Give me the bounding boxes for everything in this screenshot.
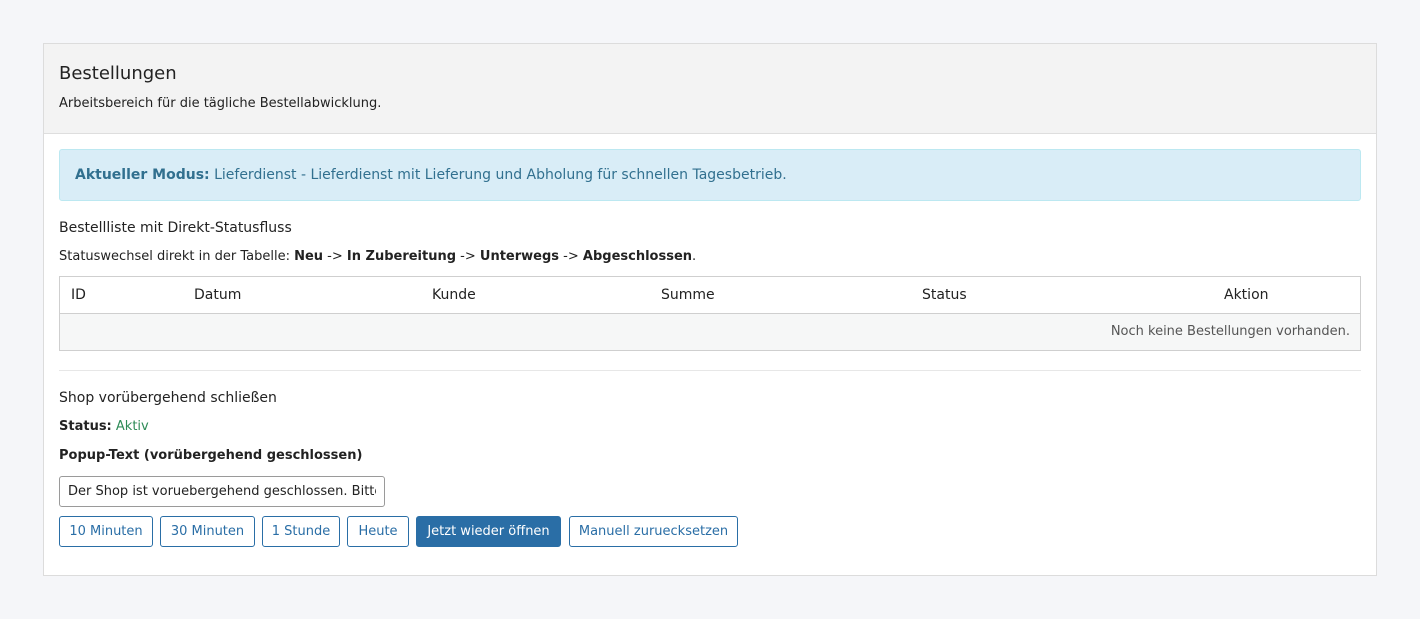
status-flow-step-unterwegs: Unterwegs xyxy=(479,249,560,264)
close-30-minutes-button[interactable]: 30 Minuten xyxy=(160,516,255,547)
empty-table-message: Noch keine Bestellungen vorhanden. xyxy=(1110,324,1350,339)
mode-alert: Aktueller Modus: Lieferdienst - Lieferdi… xyxy=(59,149,1361,201)
shop-close-title: Shop vorübergehend schließen xyxy=(59,390,277,406)
popup-text-input[interactable] xyxy=(59,476,385,507)
page-title: Bestellungen xyxy=(59,63,177,84)
close-1-hour-button[interactable]: 1 Stunde xyxy=(262,516,340,547)
status-flow-step-zubereitung: In Zubereitung xyxy=(346,249,457,264)
status-flow-end: . xyxy=(692,249,697,264)
page-subtitle: Arbeitsbereich für die tägliche Bestella… xyxy=(59,96,382,111)
orders-section-title: Bestellliste mit Direkt-Statusfluss xyxy=(59,220,292,236)
section-divider xyxy=(59,370,1361,371)
status-flow-prefix: Statuswechsel direkt in der Tabelle: xyxy=(59,249,295,264)
mode-alert-text: Lieferdienst - Lieferdienst mit Lieferun… xyxy=(209,167,787,183)
shop-status-value: Aktiv xyxy=(111,419,149,434)
popup-text-label: Popup-Text (vorübergehend geschlossen) xyxy=(59,448,363,463)
shop-status-label: Status: xyxy=(59,419,112,434)
orders-panel: Bestellungen Arbeitsbereich für die tägl… xyxy=(43,43,1377,576)
column-header-summe: Summe xyxy=(661,287,715,303)
shop-status: Status: Aktiv xyxy=(59,419,149,434)
status-flow-step-neu: Neu xyxy=(294,249,324,264)
status-flow-sep: -> xyxy=(323,249,347,264)
manual-reset-button[interactable]: Manuell zuruecksetzen xyxy=(569,516,738,547)
table-row-empty: Noch keine Bestellungen vorhanden. xyxy=(60,314,1360,350)
status-flow-step-abgeschlossen: Abgeschlossen xyxy=(582,249,693,264)
close-10-minutes-button[interactable]: 10 Minuten xyxy=(59,516,153,547)
mode-alert-label: Aktueller Modus: xyxy=(75,167,210,183)
panel-header: Bestellungen Arbeitsbereich für die tägl… xyxy=(44,44,1376,134)
status-flow-sep: -> xyxy=(456,249,480,264)
orders-table-header: ID Datum Kunde Summe Status Aktion xyxy=(60,277,1360,314)
column-header-kunde: Kunde xyxy=(432,287,476,303)
close-today-button[interactable]: Heute xyxy=(347,516,409,547)
column-header-status: Status xyxy=(922,287,967,303)
orders-table: ID Datum Kunde Summe Status Aktion Noch … xyxy=(59,276,1361,351)
status-flow-sep: -> xyxy=(559,249,583,264)
reopen-now-button[interactable]: Jetzt wieder öffnen xyxy=(416,516,561,547)
column-header-aktion: Aktion xyxy=(1224,287,1269,303)
column-header-id: ID xyxy=(71,287,86,303)
column-header-datum: Datum xyxy=(194,287,242,303)
status-flow-hint: Statuswechsel direkt in der Tabelle: Neu… xyxy=(59,249,696,264)
